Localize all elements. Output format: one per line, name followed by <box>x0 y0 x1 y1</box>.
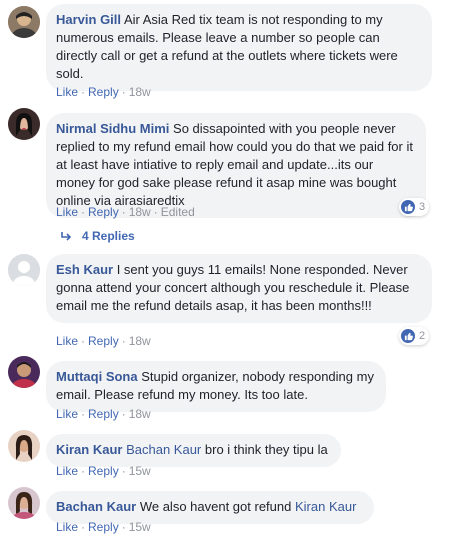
comment-time[interactable]: 15w <box>129 520 151 534</box>
comment-actions: Like · Reply · 15w <box>56 520 151 534</box>
default-avatar-icon[interactable] <box>8 254 40 286</box>
comment-author[interactable]: Esh Kaur <box>56 262 113 277</box>
comment-author[interactable]: Nirmal Sidhu Mimi <box>56 121 169 136</box>
reply-link[interactable]: Reply <box>88 85 119 99</box>
comment-bubble: Muttaqi Sona Stupid organizer, nobody re… <box>46 361 386 412</box>
comment-time[interactable]: 18w <box>129 334 151 348</box>
comment-actions: Like · Reply · 18w <box>56 334 151 348</box>
replies-count: 4 Replies <box>82 229 135 243</box>
reaction-count[interactable]: 2 <box>399 327 430 345</box>
reply-link[interactable]: Reply <box>88 520 119 534</box>
like-link[interactable]: Like <box>56 407 78 421</box>
reply-link[interactable]: Reply <box>88 205 119 219</box>
reaction-number: 3 <box>419 201 426 213</box>
comment-actions: Like · Reply · 18w <box>56 85 151 99</box>
like-icon <box>401 329 415 343</box>
comment-time[interactable]: 18w <box>129 205 151 219</box>
comment-actions: Like · Reply · 18w <box>56 407 151 421</box>
comment-actions: Like · Reply · 15w <box>56 464 151 478</box>
like-link[interactable]: Like <box>56 520 78 534</box>
comment-time[interactable]: 18w <box>129 85 151 99</box>
avatar[interactable] <box>8 356 40 388</box>
comment-bubble: Nirmal Sidhu Mimi So dissapointed with y… <box>46 113 426 218</box>
mention-link[interactable]: Kiran Kaur <box>295 499 356 514</box>
view-replies-link[interactable]: 4 Replies <box>60 228 135 244</box>
comment-text: bro i think they tipu la <box>204 442 328 457</box>
reaction-count[interactable]: 3 <box>399 198 430 216</box>
reply-link[interactable]: Reply <box>88 407 119 421</box>
comment-actions: Like · Reply · 18w · Edited <box>56 205 195 219</box>
like-link[interactable]: Like <box>56 334 78 348</box>
avatar[interactable] <box>8 108 40 140</box>
reply-arrow-icon <box>61 231 72 241</box>
edited-label[interactable]: Edited <box>161 205 195 219</box>
comment-time[interactable]: 18w <box>129 407 151 421</box>
like-link[interactable]: Like <box>56 85 78 99</box>
like-link[interactable]: Like <box>56 205 78 219</box>
comment-author[interactable]: Kiran Kaur <box>56 442 122 457</box>
reaction-number: 2 <box>419 330 426 342</box>
reply-link[interactable]: Reply <box>88 334 119 348</box>
comment-author[interactable]: Muttaqi Sona <box>56 369 138 384</box>
avatar[interactable] <box>8 6 40 38</box>
mention-link[interactable]: Bachan Kaur <box>126 442 201 457</box>
reply-link[interactable]: Reply <box>88 464 119 478</box>
avatar[interactable] <box>8 430 40 462</box>
comment-time[interactable]: 15w <box>129 464 151 478</box>
comment-bubble: Harvin Gill Air Asia Red tix team is not… <box>46 4 432 91</box>
like-link[interactable]: Like <box>56 464 78 478</box>
like-icon <box>401 200 415 214</box>
comment-author[interactable]: Harvin Gill <box>56 12 121 27</box>
comment-author[interactable]: Bachan Kaur <box>56 499 136 514</box>
comment-text: We also havent got refund <box>139 499 292 514</box>
avatar[interactable] <box>8 487 40 519</box>
comment-bubble: Esh Kaur I sent you guys 11 emails! None… <box>46 254 432 323</box>
